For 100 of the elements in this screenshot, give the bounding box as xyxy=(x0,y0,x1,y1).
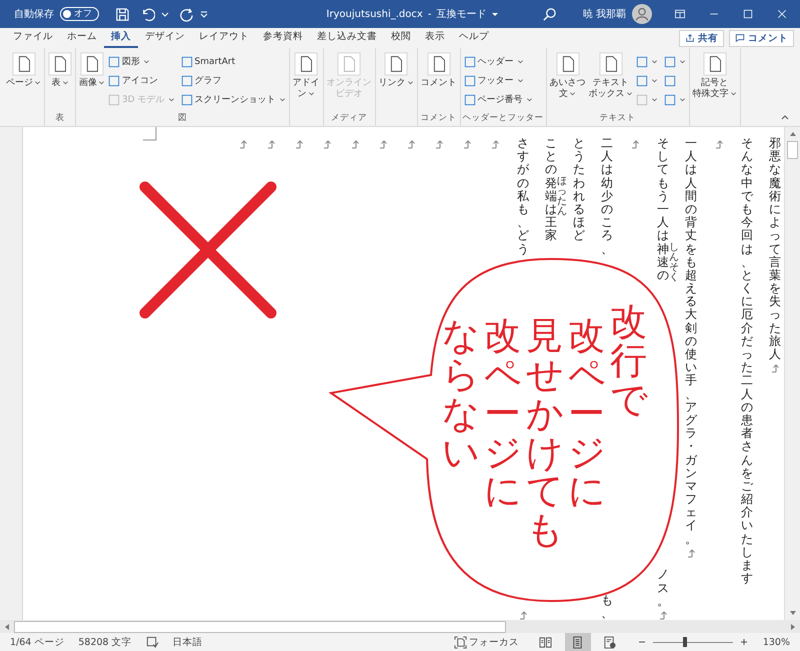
vertical-text: とうたわれるほど xyxy=(573,137,585,242)
autosave-label: 自動保存 xyxy=(14,8,54,21)
avatar-icon[interactable] xyxy=(632,4,652,24)
redo-icon[interactable] xyxy=(179,6,194,22)
ribbon-command[interactable]: コメント xyxy=(420,50,458,112)
zoom-in-icon[interactable] xyxy=(738,637,749,647)
word-count[interactable]: 58208 文字 xyxy=(78,636,132,648)
ribbon-tab[interactable]: ヘルプ xyxy=(452,28,496,48)
page-icon xyxy=(384,52,408,76)
page-icon xyxy=(337,52,362,76)
autosave-toggle[interactable]: オフ xyxy=(60,7,99,21)
ribbon-command[interactable]: SmartArt xyxy=(180,52,287,71)
document-title: Iryoujutsushi_.docx xyxy=(326,8,423,20)
ribbon-command[interactable]: アドイ ン xyxy=(292,50,321,112)
callout-text: 見せかけても xyxy=(526,317,563,550)
ribbon-command[interactable]: ページ xyxy=(5,50,42,112)
user-name[interactable]: 暁 我那覇 xyxy=(582,7,626,21)
callout-text: ならない xyxy=(442,317,479,472)
share-icon xyxy=(685,33,695,43)
square-icon xyxy=(464,94,476,106)
web-page-icon xyxy=(603,636,616,648)
page-icon xyxy=(556,52,580,76)
vertical-text: ことの xyxy=(545,137,557,177)
ribbon-tab[interactable]: 挿入 xyxy=(104,28,138,48)
square-icon xyxy=(664,74,676,86)
square-icon xyxy=(636,94,648,106)
square-icon xyxy=(464,56,476,68)
page-icon xyxy=(80,52,104,76)
ribbon-command[interactable]: 記号と 特殊文字 xyxy=(692,50,738,112)
proofing-icon[interactable] xyxy=(146,636,159,648)
ribbon-tab[interactable]: デザイン xyxy=(138,28,192,48)
vertical-text: 神速 xyxy=(657,242,669,269)
language-label[interactable]: 日本語 xyxy=(172,636,203,648)
ribbon-tab[interactable]: 校閲 xyxy=(384,28,418,48)
ribbon-display-icon[interactable] xyxy=(674,8,686,20)
scrollbar-thumb[interactable] xyxy=(787,141,798,159)
page-icon xyxy=(294,52,318,76)
book-icon xyxy=(539,636,552,648)
ribbon-tab[interactable]: 差し込み文書 xyxy=(310,28,384,48)
group-label: 表 xyxy=(56,112,64,125)
page-icon xyxy=(571,636,584,648)
vertical-text: さすがの私も、どう xyxy=(517,137,529,256)
page-icon xyxy=(12,52,36,76)
ribbon-tab[interactable]: 参考資料 xyxy=(256,28,310,48)
ribbon-tab[interactable]: ファイル xyxy=(6,28,60,48)
page-count[interactable]: 1/64 ページ xyxy=(10,636,64,648)
customize-icon[interactable] xyxy=(200,10,208,18)
group-label: テキスト xyxy=(600,112,636,125)
vertical-text: ノス。 xyxy=(657,568,669,608)
ribbon-command[interactable]: 表 xyxy=(47,50,73,112)
ribbon-tab[interactable]: 表示 xyxy=(418,28,452,48)
horizontal-scrollbar[interactable] xyxy=(0,620,800,633)
search-icon[interactable] xyxy=(542,6,557,22)
zoom-level[interactable]: 130% xyxy=(762,636,790,648)
view-button[interactable] xyxy=(564,633,591,651)
page-icon xyxy=(426,52,451,76)
comments-button[interactable]: コメント xyxy=(729,30,794,46)
group-label: 図 xyxy=(178,112,187,125)
square-icon xyxy=(180,74,193,86)
ribbon-command[interactable]: グラフ xyxy=(180,71,287,90)
focus-icon xyxy=(454,636,467,648)
square-icon xyxy=(180,56,193,68)
vertical-text: 発端 xyxy=(545,176,557,203)
vertical-text: 邪悪な魔術によって言葉を失った旅人 xyxy=(769,137,781,362)
save-icon[interactable] xyxy=(115,6,130,22)
ribbon-command[interactable]: アイコン xyxy=(107,71,176,90)
square-icon xyxy=(108,56,120,68)
square-icon xyxy=(664,56,676,68)
vertical-scrollbar[interactable] xyxy=(784,127,800,620)
square-icon xyxy=(636,56,648,68)
ribbon-command[interactable]: 図形 xyxy=(107,52,176,71)
ribbon-command[interactable]: フッター xyxy=(462,71,534,90)
ribbon-tab[interactable]: レイアウト xyxy=(192,28,256,48)
ribbon-command[interactable]: あいさつ 文 xyxy=(548,50,587,112)
square-icon xyxy=(108,74,120,86)
ribbon-command[interactable]: テキスト ボックス xyxy=(588,50,634,112)
page-icon xyxy=(598,52,623,76)
share-button[interactable]: 共有 xyxy=(679,30,724,46)
ribbon-command[interactable]: ページ番号 xyxy=(462,90,534,109)
caret-icon[interactable] xyxy=(161,10,169,18)
caret-icon[interactable] xyxy=(491,10,500,18)
vertical-text: の xyxy=(657,268,669,282)
vertical-text: そしてもう一人は xyxy=(657,137,669,242)
compatibility-mode[interactable]: 互換モード xyxy=(436,7,486,21)
ribbon-command[interactable]: ヘッダー xyxy=(462,52,534,71)
close-icon[interactable] xyxy=(776,8,788,20)
group-label: メディア xyxy=(331,112,368,125)
ribbon-command[interactable]: リンク xyxy=(378,50,415,112)
zoom-slider-thumb[interactable] xyxy=(682,637,687,647)
speech-bubble-icon xyxy=(735,33,745,43)
maximize-icon[interactable] xyxy=(742,8,754,20)
page-icon xyxy=(48,52,72,76)
ribbon-command[interactable]: 画像 xyxy=(78,50,106,112)
scrollbar-thumb[interactable] xyxy=(14,620,506,632)
zoom-slider[interactable] xyxy=(652,636,733,648)
undo-icon[interactable] xyxy=(140,6,155,22)
ribbon-command[interactable]: スクリーンショット xyxy=(180,90,287,109)
focus-button[interactable]: フォーカス xyxy=(454,636,519,648)
ribbon-tab[interactable]: ホーム xyxy=(60,28,104,48)
margin-corner-mark xyxy=(143,127,157,141)
